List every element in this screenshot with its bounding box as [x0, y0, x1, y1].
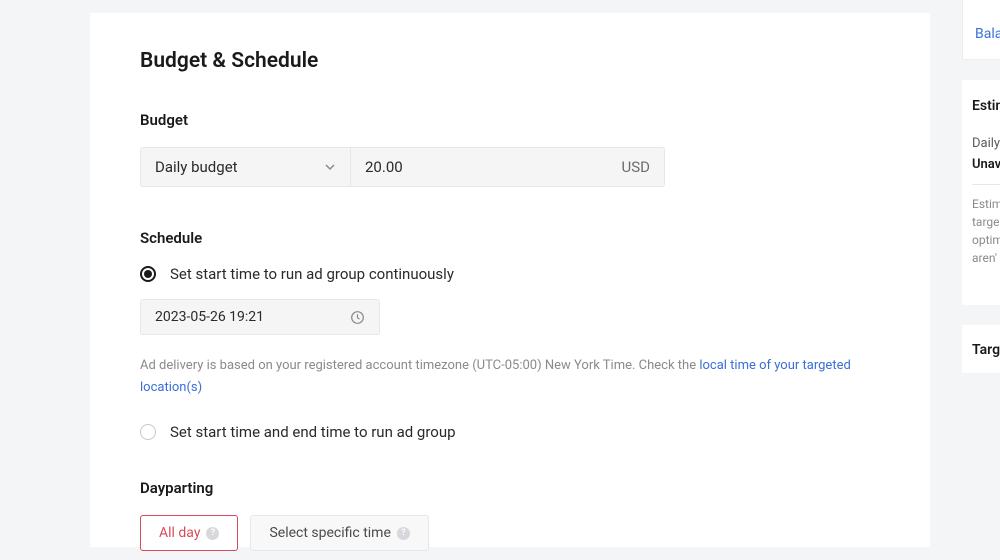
side-balance-card: Bala: [962, 0, 1000, 60]
section-title: Budget & Schedule: [140, 49, 880, 73]
start-datetime-input[interactable]: 2023-05-26 19:21: [140, 299, 380, 335]
schedule-note: Ad delivery is based on your registered …: [140, 355, 880, 399]
side-estimate-card: Estin Daily Unav Estim targe optim aren': [962, 80, 1000, 305]
schedule-option-range[interactable]: Set start time and end time to run ad gr…: [140, 423, 880, 441]
budget-amount-input[interactable]: [351, 158, 608, 176]
side-targeting-card: Targ: [962, 325, 1000, 373]
schedule-range-label: Set start time and end time to run ad gr…: [170, 423, 456, 441]
schedule-label: Schedule: [140, 229, 880, 247]
schedule-option-continuous[interactable]: Set start time to run ad group continuou…: [140, 265, 880, 283]
balance-link[interactable]: Bala: [975, 26, 1000, 42]
dayparting-segment: All day ? Select specific time ?: [140, 515, 880, 551]
budget-label: Budget: [140, 111, 880, 129]
budget-type-value: Daily budget: [155, 158, 238, 176]
dayparting-all-day-button[interactable]: All day ?: [140, 515, 238, 551]
radio-selected-icon: [140, 266, 156, 282]
budget-schedule-card: Budget & Schedule Budget Daily budget US…: [90, 13, 930, 547]
clock-icon: [350, 310, 365, 325]
radio-empty-icon: [140, 424, 156, 440]
budget-currency: USD: [608, 158, 664, 176]
dayparting-specific-button[interactable]: Select specific time ?: [250, 515, 428, 551]
start-datetime-value: 2023-05-26 19:21: [155, 309, 340, 325]
schedule-continuous-label: Set start time to run ad group continuou…: [170, 265, 454, 283]
dayparting-label: Dayparting: [140, 479, 880, 497]
info-icon: ?: [397, 527, 410, 540]
budget-type-select[interactable]: Daily budget: [141, 148, 351, 186]
chevron-down-icon: [324, 161, 336, 173]
info-icon: ?: [206, 527, 219, 540]
budget-row: Daily budget USD: [140, 147, 665, 187]
